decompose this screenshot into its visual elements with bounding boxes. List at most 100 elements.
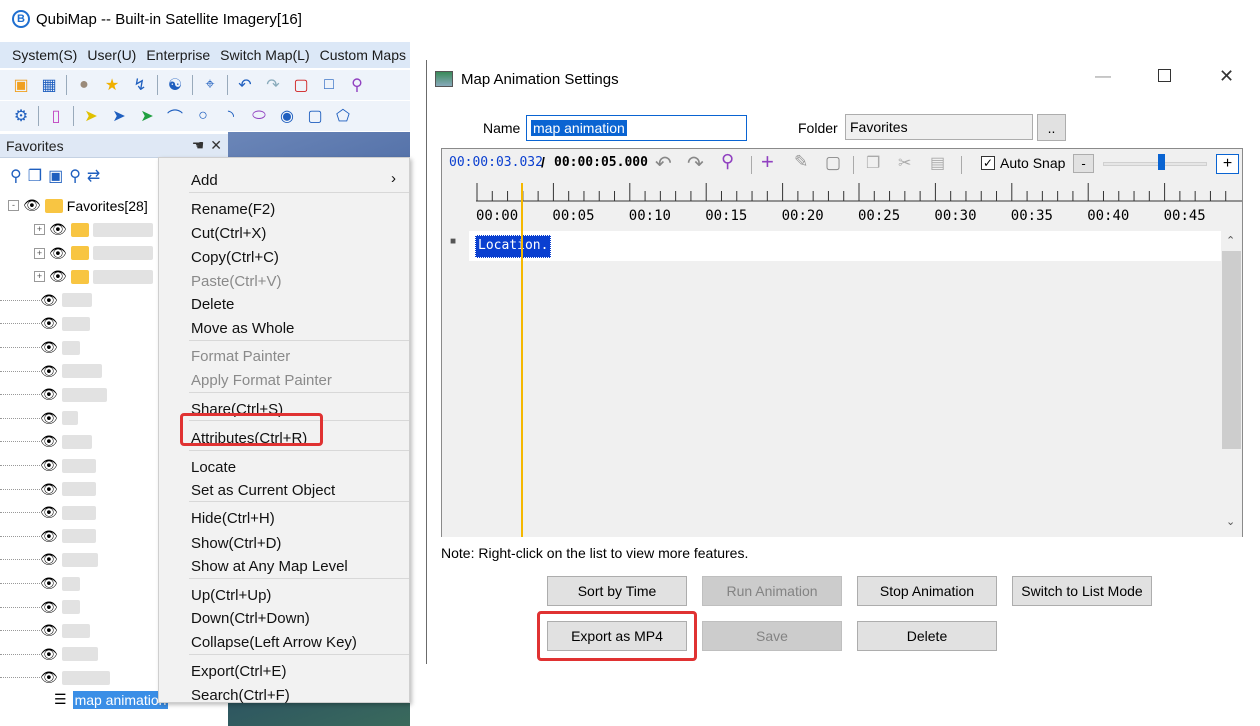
yellow-pin-icon[interactable]: ➤: [80, 105, 102, 127]
zoom-slider-thumb[interactable]: [1158, 154, 1165, 170]
pin-user-icon[interactable]: ⚲: [346, 74, 368, 96]
ellipse-icon[interactable]: ⬭: [248, 105, 270, 127]
scroll-down-icon[interactable]: ⌄: [1226, 515, 1235, 528]
visibility-eye-icon[interactable]: 👁: [40, 457, 58, 474]
zoom-out-button[interactable]: -: [1073, 154, 1094, 173]
zoom-slider-track[interactable]: [1103, 162, 1207, 166]
menu-item-move-as-whole[interactable]: Move as Whole: [191, 320, 294, 337]
arc-icon[interactable]: ◝: [220, 105, 242, 127]
browse-folder-button[interactable]: ..: [1037, 114, 1066, 141]
expand-toggle-icon[interactable]: +: [34, 247, 45, 259]
redo-icon[interactable]: ↷: [687, 151, 704, 176]
undo-icon[interactable]: ↶: [234, 74, 256, 96]
menu-item-export[interactable]: Export(Ctrl+E): [191, 663, 286, 680]
screenshot-icon[interactable]: ▣: [48, 166, 63, 186]
visibility-eye-icon[interactable]: 👁: [40, 599, 58, 616]
sort-by-time-button[interactable]: Sort by Time: [547, 576, 687, 606]
pin-panel-icon[interactable]: ☚: [192, 137, 205, 154]
menu-switch-map[interactable]: Switch Map(L): [220, 47, 309, 63]
track-row[interactable]: Location.: [469, 231, 1221, 261]
stop-animation-button[interactable]: Stop Animation: [857, 576, 997, 606]
expand-toggle-icon[interactable]: +: [34, 271, 45, 283]
visibility-eye-icon[interactable]: 👁: [40, 669, 58, 686]
crop-icon[interactable]: ⌖: [199, 74, 221, 96]
lock-icon[interactable]: ■: [450, 236, 456, 247]
polyline-icon[interactable]: ⌒: [164, 105, 186, 127]
menu-item-add[interactable]: Add: [191, 172, 218, 189]
run-animation-button[interactable]: Run Animation: [702, 576, 842, 606]
visibility-eye-icon[interactable]: 👁: [40, 339, 58, 356]
menu-item-rename[interactable]: Rename(F2): [191, 201, 275, 218]
visibility-eye-icon[interactable]: 👁: [23, 197, 41, 214]
trash-icon[interactable]: ▢: [290, 74, 312, 96]
menu-item-set-as-current-object[interactable]: Set as Current Object: [191, 482, 335, 499]
menu-item-show-at-any-map-level[interactable]: Show at Any Map Level: [191, 558, 348, 575]
visibility-eye-icon[interactable]: 👁: [40, 292, 58, 309]
menu-item-copy[interactable]: Copy(Ctrl+C): [191, 249, 279, 266]
search-icon[interactable]: ⚲: [721, 151, 734, 172]
document-icon[interactable]: ▯: [45, 105, 67, 127]
sync-icon[interactable]: ⇄: [87, 166, 100, 186]
maximize-icon[interactable]: [1158, 69, 1171, 82]
select-icon[interactable]: □: [318, 74, 340, 96]
collapse-toggle-icon[interactable]: -: [8, 200, 19, 211]
delete-icon[interactable]: ▢: [825, 153, 841, 173]
green-pin-icon[interactable]: ➤: [136, 105, 158, 127]
visibility-eye-icon[interactable]: 👁: [40, 315, 58, 332]
edit-icon[interactable]: ✎: [794, 152, 808, 172]
menu-item-down[interactable]: Down(Ctrl+Down): [191, 610, 310, 627]
visibility-eye-icon[interactable]: 👁: [40, 386, 58, 403]
polygon-icon[interactable]: ⬠: [332, 105, 354, 127]
folder-field[interactable]: Favorites: [845, 114, 1033, 140]
delete-button[interactable]: Delete: [857, 621, 997, 651]
sector-icon[interactable]: ◉: [276, 105, 298, 127]
circle-icon[interactable]: ○: [192, 105, 214, 127]
scroll-up-icon[interactable]: ⌃: [1226, 234, 1235, 247]
menu-item-show[interactable]: Show(Ctrl+D): [191, 535, 281, 552]
visibility-eye-icon[interactable]: 👁: [40, 410, 58, 427]
visibility-eye-icon[interactable]: 👁: [49, 245, 67, 262]
vertical-scrollbar[interactable]: ⌃ ⌄: [1221, 231, 1242, 537]
blue-pin-icon[interactable]: ➤: [108, 105, 130, 127]
open-folder-icon[interactable]: ▣: [10, 74, 32, 96]
menu-enterprise[interactable]: Enterprise: [146, 47, 210, 63]
menu-user[interactable]: User(U): [87, 47, 136, 63]
copy-icon[interactable]: ❐: [866, 153, 880, 173]
visibility-eye-icon[interactable]: 👁: [40, 504, 58, 521]
route-icon[interactable]: ↯: [129, 74, 151, 96]
menu-item-format-painter[interactable]: Format Painter: [191, 348, 290, 365]
visibility-eye-icon[interactable]: 👁: [40, 433, 58, 450]
save-icon[interactable]: ▦: [38, 74, 60, 96]
star-icon[interactable]: ★: [101, 74, 123, 96]
layers-icon[interactable]: ☯: [164, 74, 186, 96]
visibility-eye-icon[interactable]: 👁: [40, 363, 58, 380]
track-list[interactable]: ■ Location. ⌃ ⌄: [442, 231, 1242, 537]
visibility-eye-icon[interactable]: 👁: [40, 551, 58, 568]
auto-snap-checkbox[interactable]: ✓: [981, 156, 995, 170]
search-icon[interactable]: ⚲: [10, 166, 22, 186]
scroll-thumb[interactable]: [1222, 251, 1241, 449]
expand-toggle-icon[interactable]: +: [34, 224, 45, 235]
visibility-eye-icon[interactable]: 👁: [40, 575, 58, 592]
undo-icon[interactable]: ↶: [655, 151, 672, 176]
settings-icon[interactable]: ⚙: [10, 105, 32, 127]
menu-item-cut[interactable]: Cut(Ctrl+X): [191, 225, 266, 242]
redo-icon[interactable]: ↷: [262, 74, 284, 96]
copy-view-icon[interactable]: ❐: [28, 166, 42, 186]
menu-item-hide[interactable]: Hide(Ctrl+H): [191, 510, 275, 527]
menu-item-paste[interactable]: Paste(Ctrl+V): [191, 273, 281, 290]
visibility-eye-icon[interactable]: 👁: [40, 622, 58, 639]
close-panel-icon[interactable]: ✕: [210, 137, 222, 154]
locate-pin-icon[interactable]: ⚲: [69, 166, 81, 186]
menu-item-up[interactable]: Up(Ctrl+Up): [191, 587, 271, 604]
playhead[interactable]: [521, 183, 523, 537]
menu-custom-maps[interactable]: Custom Maps: [320, 47, 406, 63]
visibility-eye-icon[interactable]: 👁: [40, 646, 58, 663]
menu-item-apply-format-painter[interactable]: Apply Format Painter: [191, 372, 332, 389]
users-icon[interactable]: ●: [73, 74, 95, 96]
rectangle-icon[interactable]: ▢: [304, 105, 326, 127]
track-item[interactable]: Location.: [475, 235, 552, 258]
visibility-eye-icon[interactable]: 👁: [40, 528, 58, 545]
menu-item-locate[interactable]: Locate: [191, 459, 236, 476]
add-icon[interactable]: +: [761, 149, 774, 175]
